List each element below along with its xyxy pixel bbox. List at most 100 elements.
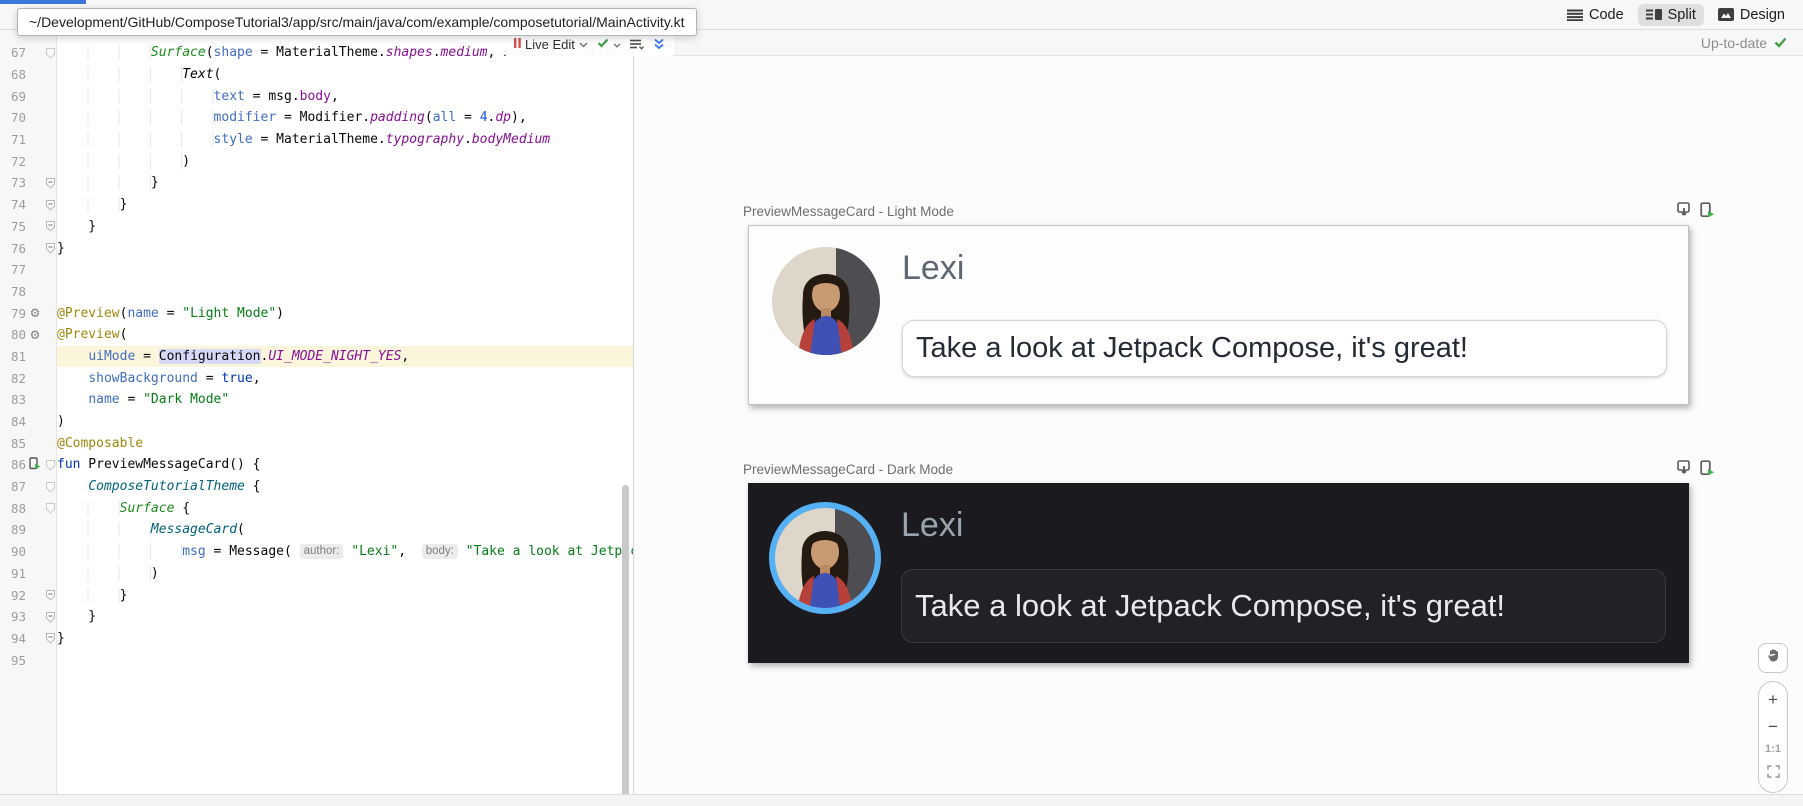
code-line[interactable]: 92 } (0, 584, 633, 606)
gutter-cell: 72 (0, 150, 57, 172)
chevron-down-icon (613, 35, 621, 53)
zoom-out-button[interactable]: − (1768, 718, 1778, 735)
tab-code[interactable]: Code (1559, 4, 1632, 26)
fold-marker[interactable] (44, 199, 57, 211)
code-text: msg = Message( author: "Lexi", body: "Ta… (57, 541, 633, 563)
line-number: 93 (0, 609, 26, 624)
fold-marker[interactable] (44, 611, 57, 623)
code-line[interactable]: 71 style = MaterialTheme.typography.body… (0, 129, 633, 151)
code-line[interactable]: 82 showBackground = true, (0, 367, 633, 389)
live-edit-dropdown[interactable]: Live Edit (514, 35, 588, 53)
preview-title: PreviewMessageCard - Dark Mode (743, 462, 1703, 477)
code-line[interactable]: 78 (0, 281, 633, 303)
zoom-controls: + − 1:1 (1758, 681, 1788, 793)
line-number: 73 (0, 175, 26, 190)
code-text: @Preview(name = "Light Mode") (57, 302, 633, 324)
code-line[interactable]: 68 Text( (0, 64, 633, 86)
gutter-cell: 73 (0, 172, 57, 194)
code-text: Text( (57, 64, 633, 86)
interactive-preview-icon[interactable] (1677, 460, 1692, 481)
fold-marker[interactable] (44, 242, 57, 254)
pan-button[interactable] (1758, 643, 1788, 673)
gutter-cell: 75 (0, 216, 57, 238)
fold-marker[interactable] (44, 459, 57, 471)
fold-marker[interactable] (44, 589, 57, 601)
tab-design[interactable]: Design (1710, 4, 1793, 26)
code-text: } (57, 606, 633, 628)
code-text: ) (57, 563, 633, 585)
highlighting-menu-icon[interactable] (630, 39, 644, 50)
line-number: 68 (0, 67, 26, 82)
code-line[interactable]: 89 MessageCard( (0, 519, 633, 541)
run-preview-gutter-icon[interactable] (29, 459, 41, 473)
code-line[interactable]: 81 uiMode = Configuration.UI_MODE_NIGHT_… (0, 346, 633, 368)
fold-marker[interactable] (44, 632, 57, 644)
preview-settings-gear-icon[interactable]: ⚙ (30, 306, 41, 320)
line-number: 78 (0, 284, 26, 299)
code-text: ComposeTutorialTheme { (57, 476, 633, 498)
zoom-ratio-button[interactable]: 1:1 (1765, 744, 1781, 755)
code-line[interactable]: 69 text = msg.body, (0, 85, 633, 107)
parameter-hint-chip: author: (300, 544, 344, 559)
line-number: 85 (0, 436, 26, 451)
code-line[interactable]: 93 } (0, 606, 633, 628)
message-body: Take a look at Jetpack Compose, it's gre… (916, 332, 1468, 365)
interactive-preview-icon[interactable] (1677, 202, 1692, 223)
line-number: 92 (0, 588, 26, 603)
window-footer (0, 794, 1803, 806)
line-number: 79 (0, 306, 26, 321)
zoom-in-button[interactable]: + (1768, 691, 1778, 708)
gutter-cell: 76 (0, 237, 57, 259)
code-line[interactable]: 70 modifier = Modifier.padding(all = 4.d… (0, 107, 633, 129)
code-line[interactable]: 79 ⚙ @Preview(name = "Light Mode") (0, 302, 633, 324)
code-line[interactable]: 84) (0, 411, 633, 433)
zoom-to-fit-icon[interactable] (1767, 765, 1780, 783)
fold-marker[interactable] (44, 481, 57, 493)
code-line[interactable]: 72 ) (0, 150, 633, 172)
code-text: } (57, 194, 633, 216)
code-text: } (57, 216, 633, 238)
code-line[interactable]: 91 ) (0, 563, 633, 585)
fold-marker[interactable] (44, 220, 57, 232)
run-preview-icon[interactable] (1700, 460, 1715, 481)
avatar (769, 502, 881, 614)
avatar (770, 245, 882, 357)
code-line[interactable]: 80⚙@Preview( (0, 324, 633, 346)
code-line[interactable]: 75 } (0, 216, 633, 238)
code-line[interactable]: 83 name = "Dark Mode" (0, 389, 633, 411)
code-line[interactable]: 76} (0, 237, 633, 259)
pause-icon (514, 35, 521, 53)
preview-actions (1677, 202, 1715, 223)
fold-marker[interactable] (44, 502, 57, 514)
code-line[interactable]: 77 (0, 259, 633, 281)
gutter-cell: 77 (0, 259, 57, 281)
code-text: MessageCard( (57, 519, 633, 541)
compose-preview-pane: Up-to-date PreviewMessageCard - Light Mo… (633, 30, 1803, 806)
preview-settings-gear-icon[interactable]: ⚙ (30, 328, 41, 342)
message-bubble: Take a look at Jetpack Compose, it's gre… (902, 320, 1667, 377)
fold-marker[interactable] (44, 177, 57, 189)
gutter-cell: 90 (0, 541, 57, 563)
gutter-cell: 79 ⚙ (0, 302, 57, 324)
code-line[interactable]: 87 ComposeTutorialTheme { (0, 476, 633, 498)
run-preview-icon[interactable] (1700, 202, 1715, 223)
code-line[interactable]: 88 Surface { (0, 497, 633, 519)
gutter-cell: 87 (0, 476, 57, 498)
gutter-cell: 69 (0, 85, 57, 107)
code-line[interactable]: 95 (0, 649, 633, 671)
syntax-status-dropdown[interactable] (597, 35, 621, 53)
fold-marker[interactable] (44, 47, 57, 59)
active-tab-accent (0, 0, 86, 4)
code-line[interactable]: 86fun PreviewMessageCard() { (0, 454, 633, 476)
code-line[interactable]: 85@Composable (0, 432, 633, 454)
code-line[interactable]: 90 msg = Message( author: "Lexi", body: … (0, 541, 633, 563)
collapse-all-chevrons-icon[interactable] (653, 38, 665, 50)
code-line[interactable]: 74 } (0, 194, 633, 216)
code-line[interactable]: 73 } (0, 172, 633, 194)
line-number: 95 (0, 653, 26, 668)
tab-split[interactable]: Split (1638, 4, 1704, 26)
editor-code-area[interactable]: 67 Surface(shape = MaterialTheme.shapes.… (0, 42, 633, 671)
code-line[interactable]: 94} (0, 628, 633, 650)
editor-vertical-scrollbar[interactable] (622, 485, 629, 806)
line-number: 82 (0, 371, 26, 386)
